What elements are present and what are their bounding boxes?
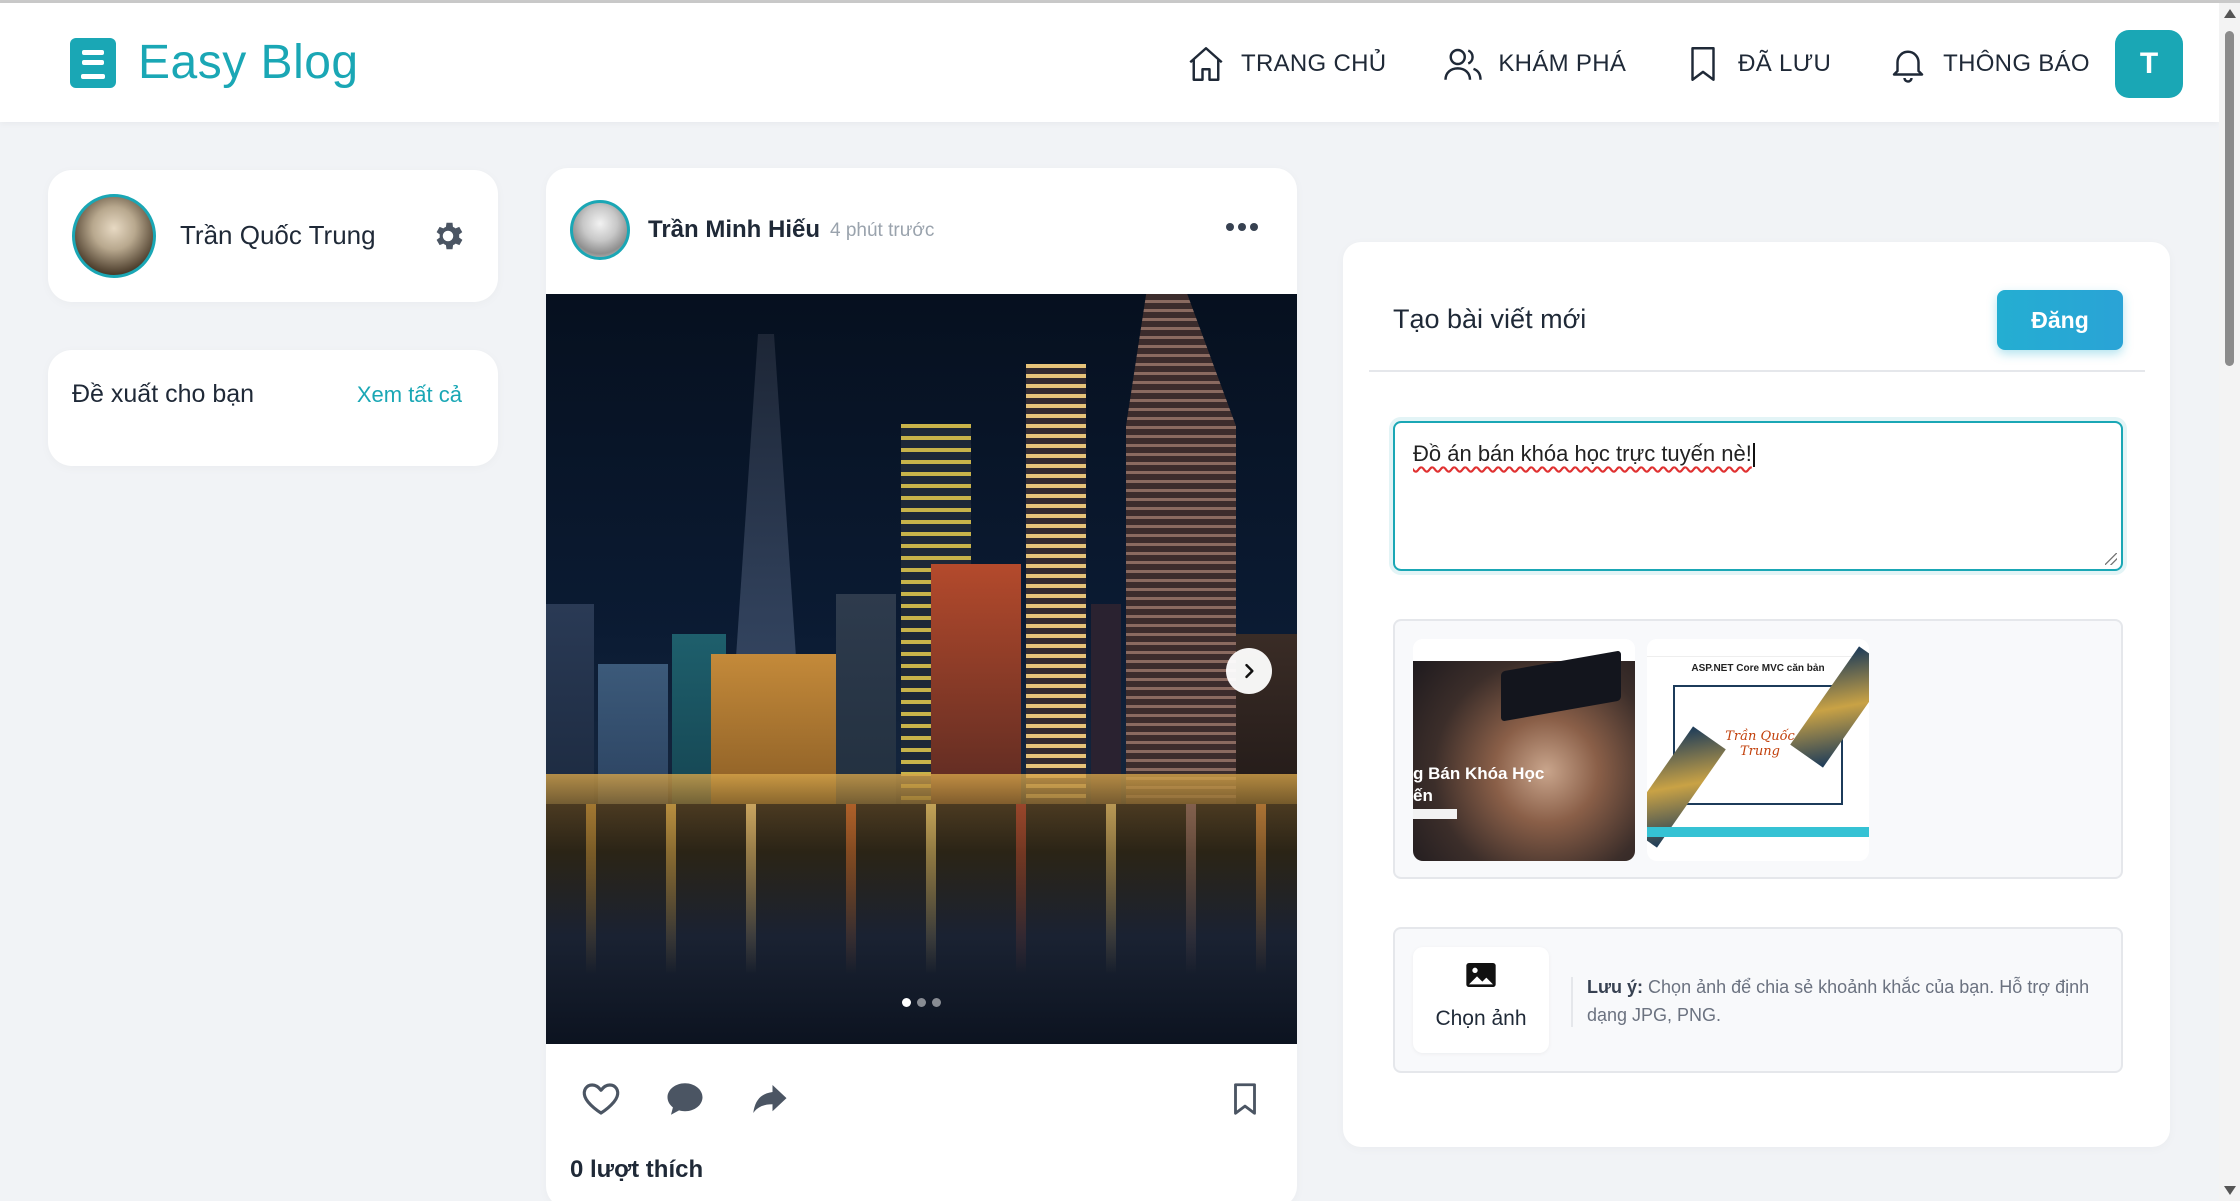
submit-post-button[interactable]: Đăng xyxy=(1997,290,2123,350)
nav-explore-label: KHÁM PHÁ xyxy=(1498,50,1627,77)
post-author-name[interactable]: Trần Minh Hiếu xyxy=(648,216,820,244)
post-actions xyxy=(580,1078,832,1120)
more-options-icon[interactable] xyxy=(1226,223,1262,231)
navbar: Easy Blog TRANG CHỦ KHÁM PHÁ ĐÃ LƯU THÔN… xyxy=(0,3,2219,122)
create-post-card: Tạo bài viết mới Đăng Đồ án bán khóa học… xyxy=(1343,242,2170,1147)
image-preview-list: g Bán Khóa Học ến ASP.NET Core MVC căn b… xyxy=(1393,619,2123,879)
carousel-dot[interactable] xyxy=(932,998,941,1007)
create-post-title: Tạo bài viết mới xyxy=(1393,304,1587,334)
heart-icon[interactable] xyxy=(580,1078,622,1120)
carousel-next-button[interactable] xyxy=(1226,648,1272,694)
image-icon xyxy=(1466,963,1496,987)
save-bookmark-icon[interactable] xyxy=(1226,1078,1264,1120)
post-content-text: Đồ án bán khóa học trực tuyến nè! xyxy=(1413,441,1752,466)
choose-image-label: Chọn ảnh xyxy=(1435,1007,1527,1030)
note-text: Chọn ảnh để chia sẻ khoảnh khắc của bạn.… xyxy=(1587,977,2090,1025)
preview-2-name: Trần Quốc Trung xyxy=(1725,729,1795,759)
scroll-down-arrow[interactable] xyxy=(2224,1186,2236,1195)
scrollbar[interactable] xyxy=(2219,3,2240,1201)
carousel-dot[interactable] xyxy=(902,998,911,1007)
brand-name: Easy Blog xyxy=(138,36,359,89)
chevron-right-icon xyxy=(1245,663,1254,679)
post-timestamp: 4 phút trước xyxy=(830,220,935,241)
gear-icon[interactable] xyxy=(430,218,466,254)
nav-home[interactable]: TRANG CHỦ xyxy=(1185,43,1386,85)
users-icon xyxy=(1444,48,1483,80)
user-avatar-button[interactable]: T xyxy=(2115,30,2183,98)
text-caret xyxy=(1752,443,1755,468)
profile-card: Trần Quốc Trung xyxy=(48,170,498,302)
suggestions-card: Đề xuất cho bạn Xem tất cả xyxy=(48,350,498,466)
carousel-indicators xyxy=(902,998,947,1007)
post-author-avatar[interactable] xyxy=(570,200,630,260)
resize-handle[interactable] xyxy=(2105,553,2117,565)
nav-explore[interactable]: KHÁM PHÁ xyxy=(1442,43,1626,85)
upload-note: Lưu ý: Chọn ảnh để chia sẻ khoảnh khắc c… xyxy=(1587,973,2097,1029)
post-content-textarea[interactable]: Đồ án bán khóa học trực tuyến nè! xyxy=(1393,421,2123,571)
preview-2-title: ASP.NET Core MVC căn bản xyxy=(1691,663,1825,674)
carousel-dot[interactable] xyxy=(917,998,926,1007)
main-nav: TRANG CHỦ KHÁM PHÁ ĐÃ LƯU THÔNG BÁO xyxy=(1185,43,2146,85)
comment-icon[interactable] xyxy=(664,1078,706,1120)
nav-notifications-label: THÔNG BÁO xyxy=(1943,50,2090,77)
home-icon xyxy=(1189,47,1223,81)
nav-saved-label: ĐÃ LƯU xyxy=(1738,50,1832,77)
note-label: Lưu ý: xyxy=(1587,977,1644,997)
scroll-thumb[interactable] xyxy=(2225,31,2234,366)
bell-icon xyxy=(1892,50,1924,83)
see-all-link[interactable]: Xem tất cả xyxy=(357,382,462,408)
certificate-image: Trần Quốc Trung xyxy=(1647,646,1869,848)
image-preview-1[interactable]: g Bán Khóa Học ến xyxy=(1413,639,1635,861)
choose-image-panel: Chọn ảnh Lưu ý: Chọn ảnh để chia sẻ khoả… xyxy=(1393,927,2123,1073)
nav-notifications[interactable]: THÔNG BÁO xyxy=(1887,43,2090,85)
profile-name[interactable]: Trần Quốc Trung xyxy=(180,220,376,251)
image-preview-2[interactable]: ASP.NET Core MVC căn bản Trần Quốc Trung xyxy=(1647,639,1869,861)
post-card: Trần Minh Hiếu 4 phút trước 0 lượt thích xyxy=(546,168,1297,1201)
profile-avatar[interactable] xyxy=(72,194,156,278)
share-icon[interactable] xyxy=(748,1078,790,1120)
brand[interactable]: Easy Blog xyxy=(70,35,359,90)
choose-image-button[interactable]: Chọn ảnh xyxy=(1413,947,1549,1053)
book-icon xyxy=(70,37,116,88)
nav-home-label: TRANG CHỦ xyxy=(1241,50,1387,77)
divider xyxy=(1369,370,2145,372)
nav-saved[interactable]: ĐÃ LƯU xyxy=(1682,43,1831,85)
likes-count: 0 lượt thích xyxy=(570,1156,704,1183)
suggestions-title: Đề xuất cho bạn xyxy=(72,380,255,408)
scroll-up-arrow[interactable] xyxy=(2224,9,2236,18)
post-image-carousel[interactable] xyxy=(546,294,1297,1044)
preview-1-text: g Bán Khóa Học ến xyxy=(1413,764,1545,805)
bookmark-icon xyxy=(1691,47,1715,81)
separator xyxy=(1571,977,1573,1027)
